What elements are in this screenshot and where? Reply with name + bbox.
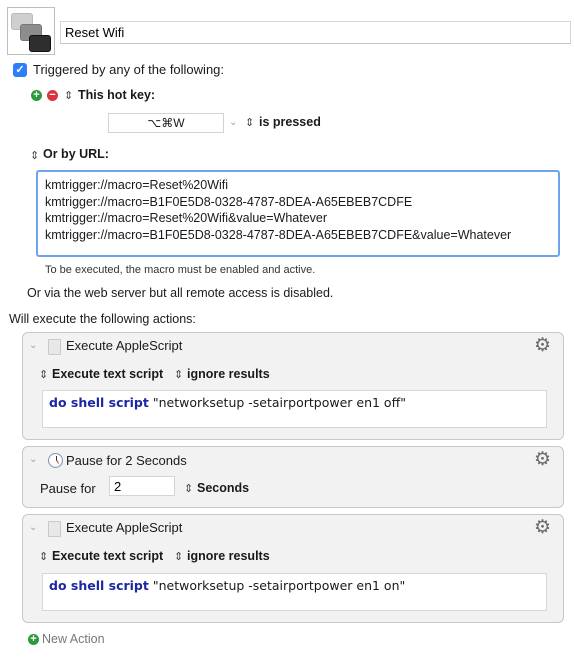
script-text: "networksetup -setairportpower en1 off" [148,395,406,410]
macro-name-field[interactable] [60,21,571,44]
chevron-down-icon[interactable]: ⌄ [29,522,37,533]
updown-icon[interactable]: ⇕ [39,550,48,563]
action-execute-applescript[interactable]: ⌄ Execute AppleScript ⚙ ⇕ Execute text s… [22,514,564,623]
chevron-down-icon[interactable]: ⌄ [29,454,37,465]
gear-icon[interactable]: ⚙ [534,334,551,357]
url-line: kmtrigger://macro=B1F0E5D8-0328-4787-8DE… [45,194,413,209]
hotkey-field[interactable]: ⌥⌘W [108,113,224,133]
clock-icon [48,453,63,468]
web-server-note: Or via the web server but all remote acc… [27,286,334,300]
script-text-area[interactable]: do shell script "networksetup -setairpor… [42,573,547,611]
action-title: Execute AppleScript [66,338,183,353]
script-text-area[interactable]: do shell script "networksetup -setairpor… [42,390,547,428]
triggered-checkbox[interactable]: ✓ [13,63,27,77]
url-line: kmtrigger://macro=B1F0E5D8-0328-4787-8DE… [45,227,512,242]
updown-icon[interactable]: ⇕ [245,116,254,129]
url-line: kmtrigger://macro=Reset%20Wifi&value=Wha… [45,211,328,225]
pause-label: Pause for [40,481,96,496]
action-title: Pause for 2 Seconds [66,453,187,468]
key-icon [29,35,51,52]
gear-icon[interactable]: ⚙ [534,448,551,471]
script-keyword: do shell script [49,578,149,593]
document-icon [48,339,61,355]
url-text-box[interactable]: kmtrigger://macro=Reset%20Wifi kmtrigger… [36,170,560,257]
script-keyword: do shell script [49,395,149,410]
url-note: To be executed, the macro must be enable… [45,264,316,276]
unit-popup[interactable]: Seconds [197,481,249,495]
pause-duration-field[interactable] [109,476,175,496]
add-trigger-icon[interactable]: + [31,90,42,101]
updown-icon[interactable]: ⇕ [30,149,39,162]
updown-icon[interactable]: ⇕ [184,482,193,495]
action-execute-applescript[interactable]: ⌄ Execute AppleScript ⚙ ⇕ Execute text s… [22,332,564,440]
action-title: Execute AppleScript [66,520,183,535]
hotkey-label: This hot key: [78,88,156,102]
script-text: "networksetup -setairportpower en1 on" [148,578,406,593]
document-icon [48,521,61,537]
script-mode-popup[interactable]: Execute text script [52,367,163,381]
gear-icon[interactable]: ⚙ [534,516,551,539]
hotkey-condition[interactable]: is pressed [259,115,321,129]
updown-icon[interactable]: ⇕ [174,368,183,381]
updown-icon[interactable]: ⇕ [39,368,48,381]
chevron-down-icon[interactable]: ⌄ [29,340,37,351]
chevron-down-icon[interactable]: ⌄ [229,117,237,128]
add-action-icon[interactable]: + [28,634,39,645]
updown-icon[interactable]: ⇕ [174,550,183,563]
url-line: kmtrigger://macro=Reset%20Wifi [45,178,229,192]
macro-icon[interactable] [7,7,55,55]
new-action-button[interactable]: New Action [42,632,105,646]
result-mode-popup[interactable]: ignore results [187,367,270,381]
action-pause[interactable]: ⌄ Pause for 2 Seconds ⚙ Pause for ⇕ Seco… [22,446,564,508]
result-mode-popup[interactable]: ignore results [187,549,270,563]
triggered-label: Triggered by any of the following: [33,62,225,77]
remove-trigger-icon[interactable]: − [47,90,58,101]
script-mode-popup[interactable]: Execute text script [52,549,163,563]
url-label: Or by URL: [43,147,109,161]
clock-hand [55,459,59,464]
actions-header: Will execute the following actions: [9,312,196,326]
updown-icon[interactable]: ⇕ [64,89,73,102]
